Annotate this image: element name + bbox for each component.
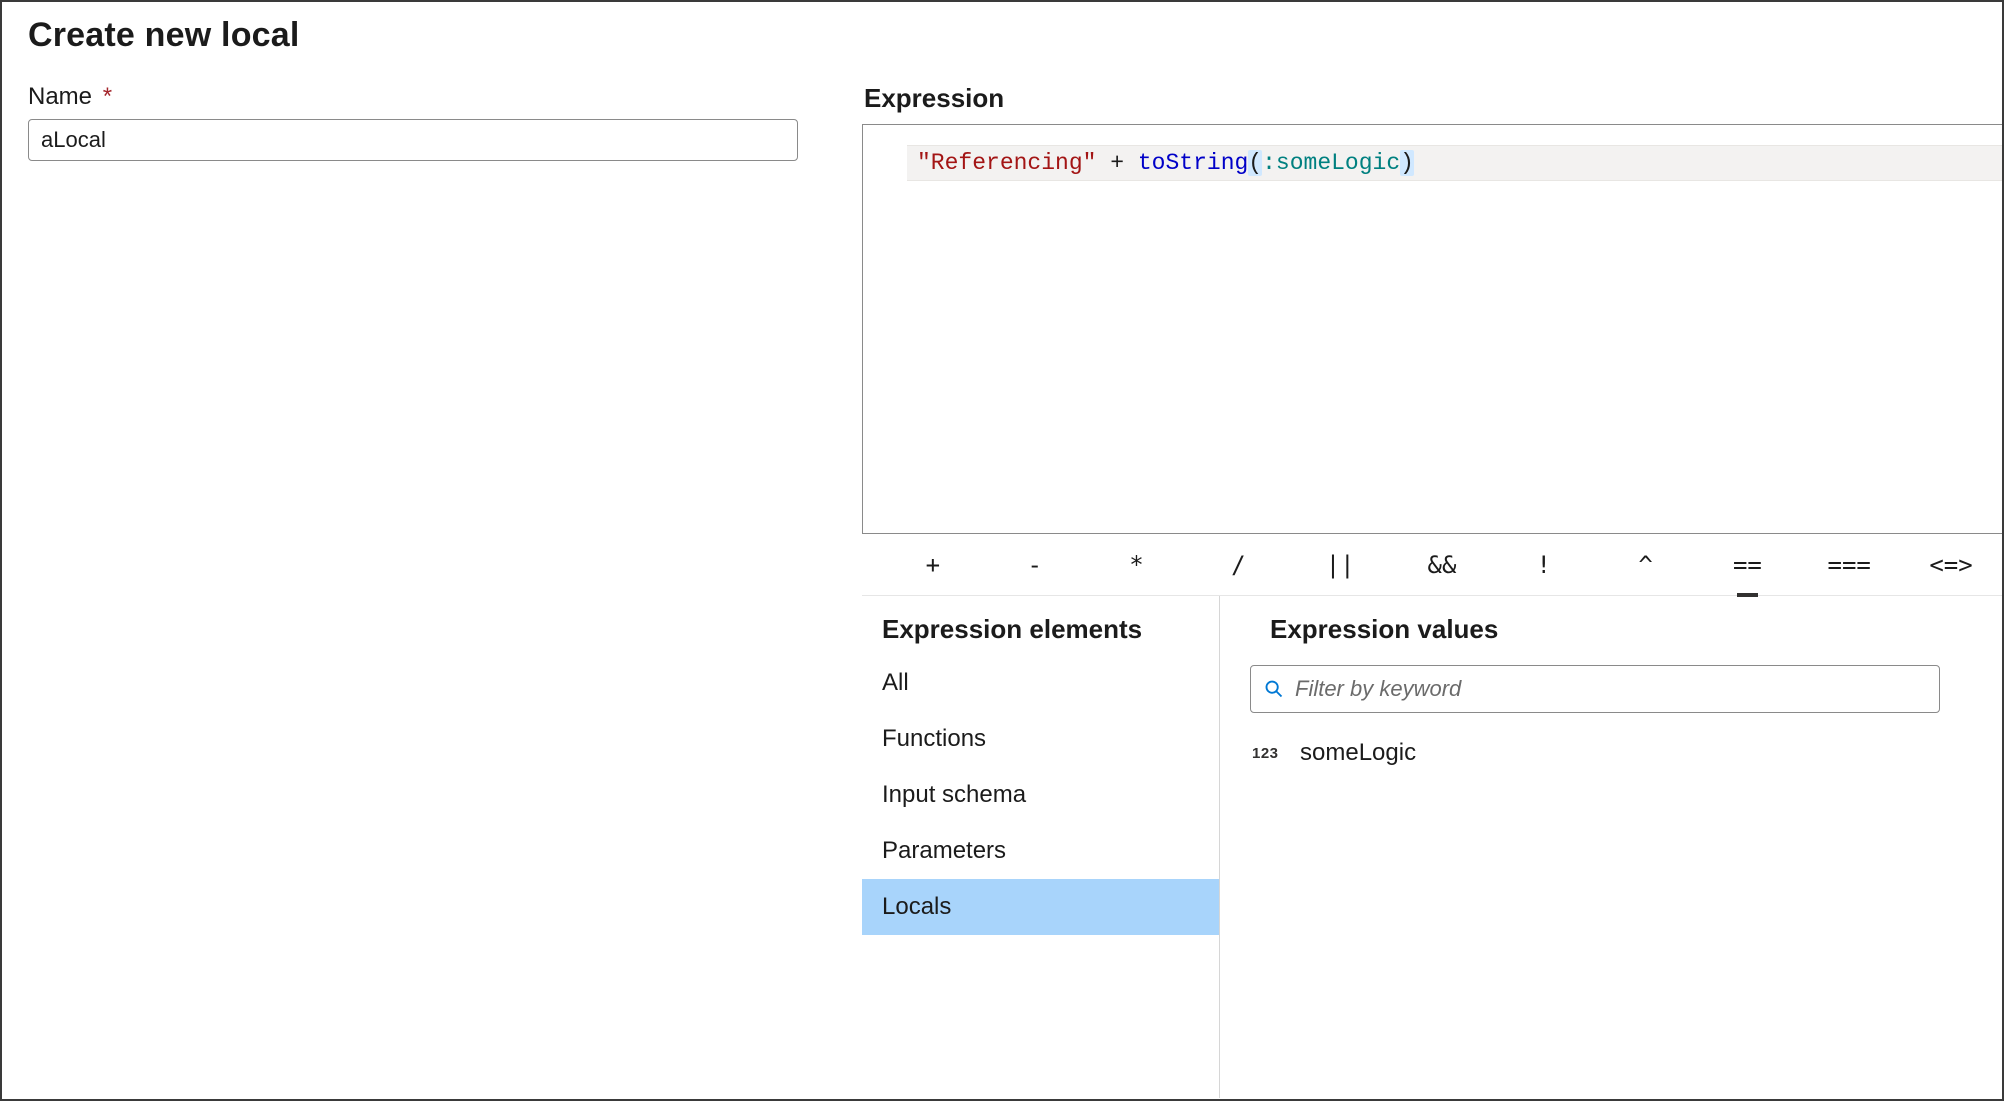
expression-elements-item[interactable]: Locals	[862, 879, 1219, 935]
token-plus: +	[1110, 150, 1124, 176]
operator-button[interactable]: ===	[1798, 543, 1900, 587]
expression-value-item[interactable]: 123 someLogic	[1250, 735, 1972, 771]
operator-button[interactable]: !	[1493, 543, 1595, 587]
operator-button[interactable]: /	[1187, 543, 1289, 587]
expression-values-list: 123 someLogic	[1250, 735, 1972, 771]
expression-values-pane: Expression values 123 someLogic	[1220, 596, 2002, 1098]
left-pane: Name *	[2, 65, 862, 1098]
value-name: someLogic	[1300, 739, 1416, 767]
bottom-section: Expression elements AllFunctionsInput sc…	[862, 596, 2002, 1098]
required-marker: *	[103, 83, 112, 110]
operator-toolbar: +-*/||&&!^=====<=>	[862, 534, 2002, 596]
operator-button[interactable]: <=>	[1900, 543, 2002, 587]
name-input[interactable]	[28, 119, 798, 161]
create-local-dialog: Create new local Name * Expression "Refe…	[0, 0, 2004, 1101]
expression-editor[interactable]: "Referencing" + toString(:someLogic)	[862, 124, 2002, 534]
filter-input[interactable]	[1250, 665, 1940, 713]
name-label: Name *	[28, 83, 836, 111]
expression-label: Expression	[864, 83, 2002, 114]
right-pane: Expression "Referencing" + toString(:som…	[862, 65, 2002, 1098]
operator-button[interactable]: ^	[1595, 543, 1697, 587]
expression-elements-item[interactable]: Functions	[862, 711, 1219, 767]
name-label-text: Name	[28, 83, 92, 110]
token-colon: :	[1262, 150, 1276, 176]
expression-values-title: Expression values	[1250, 614, 1972, 655]
value-type-badge: 123	[1252, 745, 1282, 762]
dialog-header: Create new local	[2, 2, 2002, 65]
operator-button[interactable]: +	[882, 543, 984, 587]
expression-elements-title: Expression elements	[862, 614, 1219, 655]
operator-button[interactable]: &&	[1391, 543, 1493, 587]
expression-code: "Referencing" + toString(:someLogic)	[917, 150, 1414, 176]
dialog-body: Name * Expression "Referencing" + toStri…	[2, 65, 2002, 1098]
expression-elements-pane: Expression elements AllFunctionsInput sc…	[862, 596, 1220, 1098]
token-lparen: (	[1248, 150, 1262, 176]
operator-button[interactable]: ||	[1289, 543, 1391, 587]
token-string: "Referencing"	[917, 150, 1096, 176]
operator-button[interactable]: -	[984, 543, 1086, 587]
expression-elements-list: AllFunctionsInput schemaParametersLocals	[862, 655, 1219, 935]
expression-line[interactable]: "Referencing" + toString(:someLogic)	[907, 145, 2002, 181]
token-identifier: someLogic	[1276, 150, 1400, 176]
expression-elements-item[interactable]: Input schema	[862, 767, 1219, 823]
operator-button[interactable]: ==	[1697, 543, 1799, 587]
search-icon	[1264, 679, 1284, 699]
filter-wrap	[1250, 665, 1972, 713]
operator-button[interactable]: *	[1086, 543, 1188, 587]
expression-elements-item[interactable]: All	[862, 655, 1219, 711]
expression-elements-item[interactable]: Parameters	[862, 823, 1219, 879]
dialog-title: Create new local	[28, 16, 1976, 55]
token-rparen: )	[1400, 150, 1414, 176]
token-function: toString	[1138, 150, 1248, 176]
